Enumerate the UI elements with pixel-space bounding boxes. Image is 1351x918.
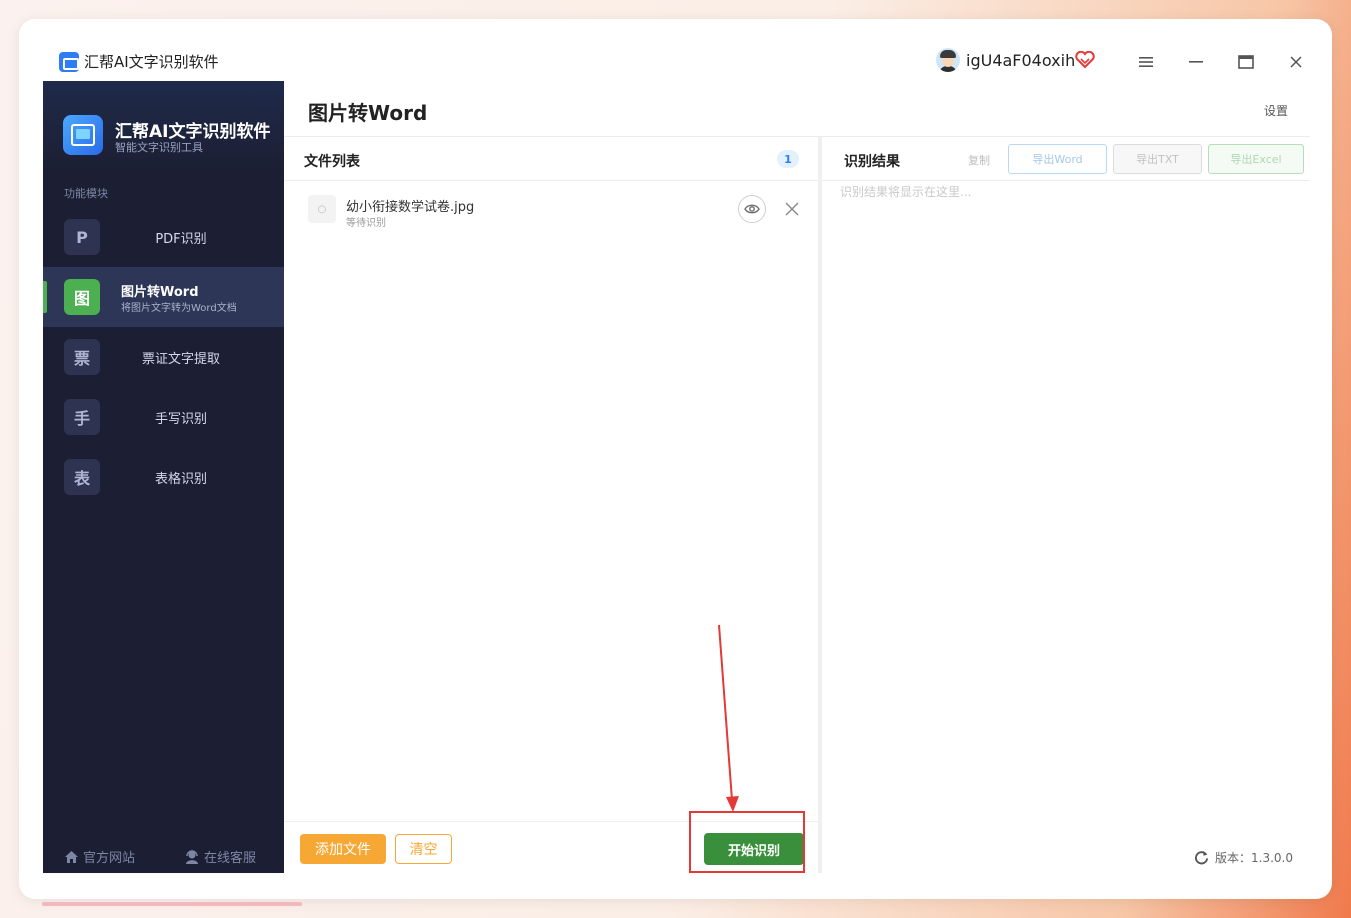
sidebar-item-image-to-word[interactable]: 图 图片转Word 将图片文字转为Word文档 [43,267,284,327]
version-info: 版本：1.3.0.0 [1194,849,1293,866]
sidebar-header: 汇帮AI文字识别软件 智能文字识别工具 [43,81,284,171]
minimize-icon[interactable] [1181,47,1211,77]
clear-button[interactable]: 清空 [395,834,452,864]
sidebar-item-pdf[interactable]: P PDF识别 [43,207,284,267]
file-list-item[interactable]: ○ 幼小衔接数学试卷.jpg 等待识别 [304,193,804,233]
sidebar: 汇帮AI文字识别软件 智能文字识别工具 功能模块 P PDF识别 图 图片转Wo… [43,81,284,873]
brand-logo-icon [63,115,103,155]
section-label: 功能模块 [64,187,108,200]
website-label: 官方网站 [83,851,136,866]
annotation-highlight-box [689,811,805,873]
pdf-badge-icon: P [64,219,100,255]
sidebar-item-label: 图片转Word [121,285,199,300]
app-icon [59,52,79,72]
sidebar-item-ticket[interactable]: 票 票证文字提取 [43,327,284,387]
user-avatar[interactable] [936,48,960,72]
sidebar-item-table[interactable]: 表 表格识别 [43,447,284,507]
brand-subtitle: 智能文字识别工具 [115,141,203,154]
title-bar: 汇帮AI文字识别软件 igU4aF04oxih [43,43,1310,81]
sidebar-item-label: 表格识别 [154,472,207,487]
vip-heart-icon[interactable] [1075,51,1095,69]
add-files-button[interactable]: 添加文件 [300,834,386,864]
close-icon[interactable] [1281,47,1311,77]
headset-icon [186,849,198,864]
version-label: 版本：1.3.0.0 [1215,851,1293,865]
export-txt-button[interactable]: 导出TXT [1113,144,1202,174]
result-panel: 识别结果 复制 导出Word 导出TXT 导出Excel 识别结果将显示在这里.… [822,137,1310,873]
sidebar-item-label: PDF识别 [155,232,207,247]
support-link[interactable]: 在线客服 [184,847,256,866]
app-window: 汇帮AI文字识别软件 igU4aF04oxih 汇帮AI文字识别软件 智能文字识… [43,43,1310,873]
table-badge-icon: 表 [64,459,100,495]
file-status: 等待识别 [346,218,386,229]
handwriting-badge-icon: 手 [64,399,100,435]
main-area: 图片转Word 设置 文件列表 1 ○ 幼小衔接数学试卷.jpg 等待识别 添加… [284,81,1310,873]
settings-link[interactable]: 设置 [1264,102,1288,119]
sidebar-item-handwriting[interactable]: 手 手写识别 [43,387,284,447]
preview-eye-icon[interactable] [738,195,766,223]
file-list-title: 文件列表 [304,154,360,170]
export-word-button[interactable]: 导出Word [1008,144,1107,174]
result-placeholder: 识别结果将显示在这里... [840,185,972,199]
avatar-hair [940,50,956,58]
file-name: 幼小衔接数学试卷.jpg [346,200,475,215]
support-label: 在线客服 [204,851,257,866]
home-icon [65,850,78,863]
image-badge-icon: 图 [64,279,100,315]
refresh-icon[interactable] [1194,850,1209,865]
username[interactable]: igU4aF04oxih [966,51,1075,70]
sidebar-item-label: 手写识别 [154,412,207,427]
file-count-badge: 1 [777,150,799,168]
remove-file-icon[interactable] [782,199,802,219]
file-list-panel: 文件列表 1 ○ 幼小衔接数学试卷.jpg 等待识别 添加文件 清空 开始识别 [284,137,822,873]
sidebar-footer: 官方网站 在线客服 [43,841,284,871]
decorative-bar [42,902,302,906]
menu-icon[interactable] [1131,47,1161,77]
result-title: 识别结果 [844,154,900,170]
result-divider [822,180,1310,181]
copy-button[interactable]: 复制 [968,152,990,168]
file-thumbnail: ○ [308,195,336,223]
page-title: 图片转Word [308,101,428,125]
window-title: 汇帮AI文字识别软件 [84,53,219,71]
export-excel-button[interactable]: 导出Excel [1208,144,1304,174]
sidebar-item-desc: 将图片文字转为Word文档 [121,303,237,314]
maximize-icon[interactable] [1231,47,1261,77]
sidebar-item-label: 票证文字提取 [141,352,220,367]
ticket-badge-icon: 票 [64,339,100,375]
panel-divider [284,180,818,181]
website-link[interactable]: 官方网站 [64,847,135,866]
logo-inner [76,129,90,139]
